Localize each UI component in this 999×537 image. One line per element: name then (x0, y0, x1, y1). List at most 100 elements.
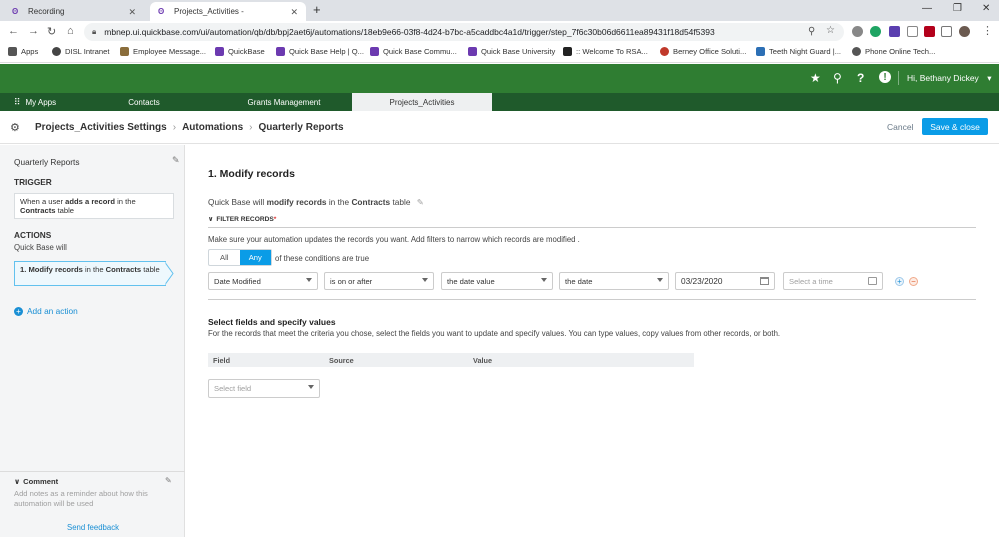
add-action-link[interactable]: + Add an action (14, 306, 78, 316)
search-icon[interactable]: ⚲ (833, 71, 842, 85)
bookmark-item[interactable]: QuickBase (215, 47, 265, 56)
bookmark-item[interactable]: Teeth Night Guard |... (756, 47, 841, 56)
quickbase-icon (468, 47, 477, 56)
step-title: 1. Modify records (208, 168, 295, 180)
settings-bar: ⚙ Projects_Activities Settings › Automatio… (0, 111, 999, 144)
edit-pencil-icon[interactable]: ✎ (165, 476, 172, 485)
remove-condition-icon[interactable]: − (909, 277, 918, 286)
gear-icon[interactable]: ⚙ (10, 121, 20, 134)
chevron-down-icon (308, 385, 314, 389)
alert-icon[interactable]: ! (879, 71, 891, 83)
actions-heading: ACTIONS (14, 230, 52, 240)
forward-icon[interactable]: → (28, 25, 39, 37)
card-arrow (164, 261, 174, 286)
condition-field-select[interactable]: Date Modified (208, 272, 318, 290)
condition-operator-select[interactable]: is on or after (324, 272, 434, 290)
extension-icon[interactable] (907, 26, 918, 37)
chevron-right-icon: › (172, 122, 177, 133)
help-icon[interactable]: ? (857, 71, 864, 85)
conditions-suffix: of these conditions are true (275, 254, 370, 263)
step-description: Quick Base will modify records in the Co… (208, 197, 424, 207)
extension-icon[interactable] (941, 26, 952, 37)
chevron-down-icon: ∨ (208, 216, 214, 223)
close-window-icon[interactable]: ✕ (982, 3, 990, 14)
star-icon[interactable]: ★ (810, 71, 821, 85)
reload-icon[interactable]: ↻ (47, 25, 56, 38)
restore-icon[interactable]: ❐ (953, 3, 962, 14)
quickbase-icon (370, 47, 379, 56)
grammarly-icon[interactable] (870, 26, 881, 37)
automation-name: Quarterly Reports (14, 157, 80, 167)
date-input[interactable]: 03/23/2020 (675, 272, 775, 290)
rsa-icon (563, 47, 572, 56)
breadcrumb-settings[interactable]: Projects_Activities Settings (35, 122, 167, 133)
bookmark-icon (120, 47, 129, 56)
bookmark-item[interactable]: Quick Base Commu... (370, 47, 457, 56)
bookmark-item[interactable]: Employee Message... (120, 47, 206, 56)
edit-pencil-icon[interactable]: ✎ (417, 197, 424, 207)
comment-toggle[interactable]: ∨ Comment (14, 477, 58, 486)
bookmark-item[interactable]: Berney Office Soluti... (660, 47, 746, 56)
tab-my-apps[interactable]: ⠿ My Apps (0, 93, 70, 111)
condition-date-kind-select[interactable]: the date (559, 272, 669, 290)
bookmark-item[interactable]: Phone Online Tech... (852, 47, 935, 56)
bookmark-item[interactable]: Apps (8, 47, 38, 56)
cancel-button[interactable]: Cancel (887, 122, 913, 132)
minimize-icon[interactable]: — (922, 3, 932, 14)
toggle-any[interactable]: Any (239, 250, 271, 265)
chevron-down-icon: ∨ (14, 477, 21, 486)
url-bar[interactable]: 🔒︎ mbnep.ui.quickbase.com/ui/automation/… (84, 23, 844, 41)
chevron-down-icon (541, 278, 547, 282)
column-header-source: Source (329, 356, 354, 365)
avatar[interactable] (959, 26, 970, 37)
extension-icon[interactable] (889, 26, 900, 37)
chevron-down-icon (657, 278, 663, 282)
chevron-down-icon: ▾ (987, 73, 992, 83)
bookmark-star-icon[interactable]: ☆ (826, 25, 835, 36)
add-condition-icon[interactable]: + (895, 277, 904, 286)
save-close-button[interactable]: Save & close (922, 118, 988, 135)
extension-icon[interactable] (852, 26, 863, 37)
pdf-icon[interactable] (924, 26, 935, 37)
filter-records-toggle[interactable]: ∨ FILTER RECORDS* (208, 215, 276, 223)
bookmark-item[interactable]: Quick Base Help | Q... (276, 47, 364, 56)
close-icon[interactable]: ✕ (290, 7, 298, 18)
edit-pencil-icon[interactable]: ✎ (172, 155, 180, 166)
browser-tab-recording[interactable]: ʘ Recording ✕ (4, 2, 144, 21)
breadcrumb: Projects_Activities Settings › Automations… (35, 122, 344, 133)
clock-icon[interactable] (868, 277, 877, 285)
app-tabs: ⠿ My Apps Contacts Grants Management Pro… (0, 93, 999, 111)
back-icon[interactable]: ← (8, 25, 19, 37)
tab-grants-management[interactable]: Grants Management (220, 93, 348, 111)
browser-tab-projects[interactable]: ʘ Projects_Activities - ✕ (150, 2, 306, 21)
bookmark-icon (660, 47, 669, 56)
url-text: mbnep.ui.quickbase.com/ui/automation/qb/… (104, 27, 715, 37)
tab-contacts[interactable]: Contacts (92, 93, 196, 111)
new-tab-button[interactable]: + (313, 2, 321, 17)
select-field-dropdown[interactable]: Select field (208, 379, 320, 398)
home-icon[interactable]: ⌂ (67, 25, 74, 37)
send-feedback-link[interactable]: Send feedback (67, 523, 119, 532)
time-input[interactable]: Select a time (783, 272, 883, 290)
breadcrumb-automations[interactable]: Automations (182, 122, 243, 133)
toggle-all[interactable]: All (209, 250, 240, 265)
divider (208, 227, 976, 228)
condition-value-type-select[interactable]: the date value (441, 272, 553, 290)
tab-projects-activities[interactable]: Projects_Activities (352, 93, 492, 111)
action-card[interactable]: 1. Modify records in the Contracts table (14, 261, 166, 286)
close-icon[interactable]: ✕ (128, 7, 136, 18)
menu-icon[interactable]: ⋮ (982, 24, 993, 37)
bookmark-item[interactable]: Quick Base University (468, 47, 555, 56)
bookmark-item[interactable]: DISL Intranet (52, 47, 109, 56)
calendar-icon[interactable] (760, 277, 769, 285)
zoom-icon[interactable]: ⚲ (808, 26, 815, 37)
comment-field[interactable]: Add notes as a reminder about how this a… (14, 489, 164, 508)
section-title: Select fields and specify values (208, 317, 336, 327)
trigger-card[interactable]: When a user adds a record in the Contrac… (14, 193, 174, 219)
divider (0, 471, 185, 472)
section-help: For the records that meet the criteria y… (208, 329, 781, 338)
user-menu[interactable]: Hi, Bethany Dickey ▾ (907, 73, 991, 84)
actions-subtitle: Quick Base will (14, 243, 67, 252)
column-header-value: Value (473, 356, 493, 365)
bookmark-item[interactable]: :: Welcome To RSA... (563, 47, 648, 56)
